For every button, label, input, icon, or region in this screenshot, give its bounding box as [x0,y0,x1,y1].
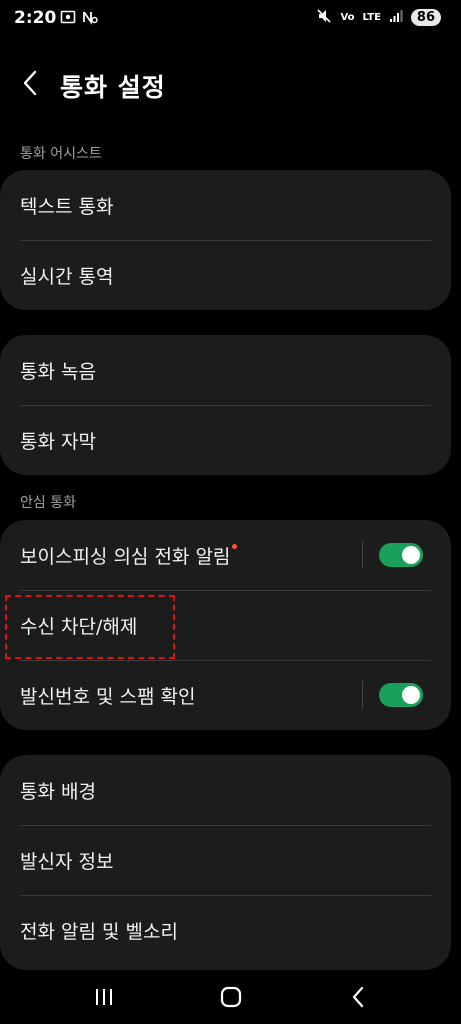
recents-button[interactable] [84,981,124,1017]
caller-id-spam-toggle[interactable] [379,683,423,707]
back-button[interactable] [14,68,46,102]
setting-label: 실시간 통역 [20,265,114,288]
setting-label: 텍스트 통화 [20,195,114,218]
status-right-icons: Vo LTE 86 [316,8,441,27]
home-button[interactable] [211,981,251,1017]
page-title: 통화 설정 [60,73,166,102]
new-badge-dot [232,543,238,549]
divider [20,825,431,826]
nav-back-button[interactable] [338,981,378,1017]
setting-call-captions[interactable]: 통화 자막 [0,405,451,475]
setting-label: 전화 알림 및 벨소리 [20,920,178,943]
nfc-icon [82,9,98,29]
card-background: 통화 배경 발신자 정보 전화 알림 및 벨소리 [0,755,451,970]
setting-label: 발신자 정보 [20,850,114,873]
status-bar: 2:20 Vo LTE 86 [0,0,461,40]
vertical-separator [362,541,363,569]
toggle-knob [402,686,420,704]
navigation-bar [0,974,461,1024]
voice-phishing-toggle[interactable] [379,543,423,567]
battery-indicator: 86 [410,9,441,26]
back-chevron-icon [21,70,39,100]
divider [20,590,431,591]
setting-ringtone[interactable]: 전화 알림 및 벨소리 [0,895,451,965]
lte-label: LTE [362,12,381,23]
card-assist: 텍스트 통화 실시간 통역 [0,170,451,310]
divider [20,405,431,406]
setting-text-call[interactable]: 텍스트 통화 [0,170,451,240]
setting-label: 통화 녹음 [20,360,96,383]
section-label-assist: 통화 어시스트 [20,146,102,162]
section-label-safe-call: 안심 통화 [20,495,76,511]
header: 통화 설정 [0,60,461,110]
setting-label: 보이스피싱 의심 전화 알림 [20,542,238,569]
setting-label: 통화 자막 [20,430,96,453]
status-time: 2:20 [14,8,57,28]
mute-icon [316,8,332,27]
toggle-knob [402,546,420,564]
back-icon [348,985,368,1013]
home-icon [219,985,243,1013]
highlight-box [5,595,175,659]
setting-live-translate[interactable]: 실시간 통역 [0,240,451,310]
signal-icon [389,9,403,26]
setting-caller-info[interactable]: 발신자 정보 [0,825,451,895]
vertical-separator [362,681,363,709]
setting-voice-phishing-alert[interactable]: 보이스피싱 의심 전화 알림 [0,520,451,590]
setting-label: 발신번호 및 스팸 확인 [20,685,196,708]
screenshot-icon [60,9,76,29]
status-left-icons [60,9,98,29]
setting-label: 통화 배경 [20,780,96,803]
divider [20,240,431,241]
setting-call-background[interactable]: 통화 배경 [0,755,451,825]
volte-label: Vo [340,12,355,23]
card-record: 통화 녹음 통화 자막 [0,335,451,475]
recents-icon [93,986,115,1012]
setting-call-recording[interactable]: 통화 녹음 [0,335,451,405]
divider [20,895,431,896]
setting-caller-id-spam[interactable]: 발신번호 및 스팸 확인 [0,660,451,730]
divider [20,660,431,661]
